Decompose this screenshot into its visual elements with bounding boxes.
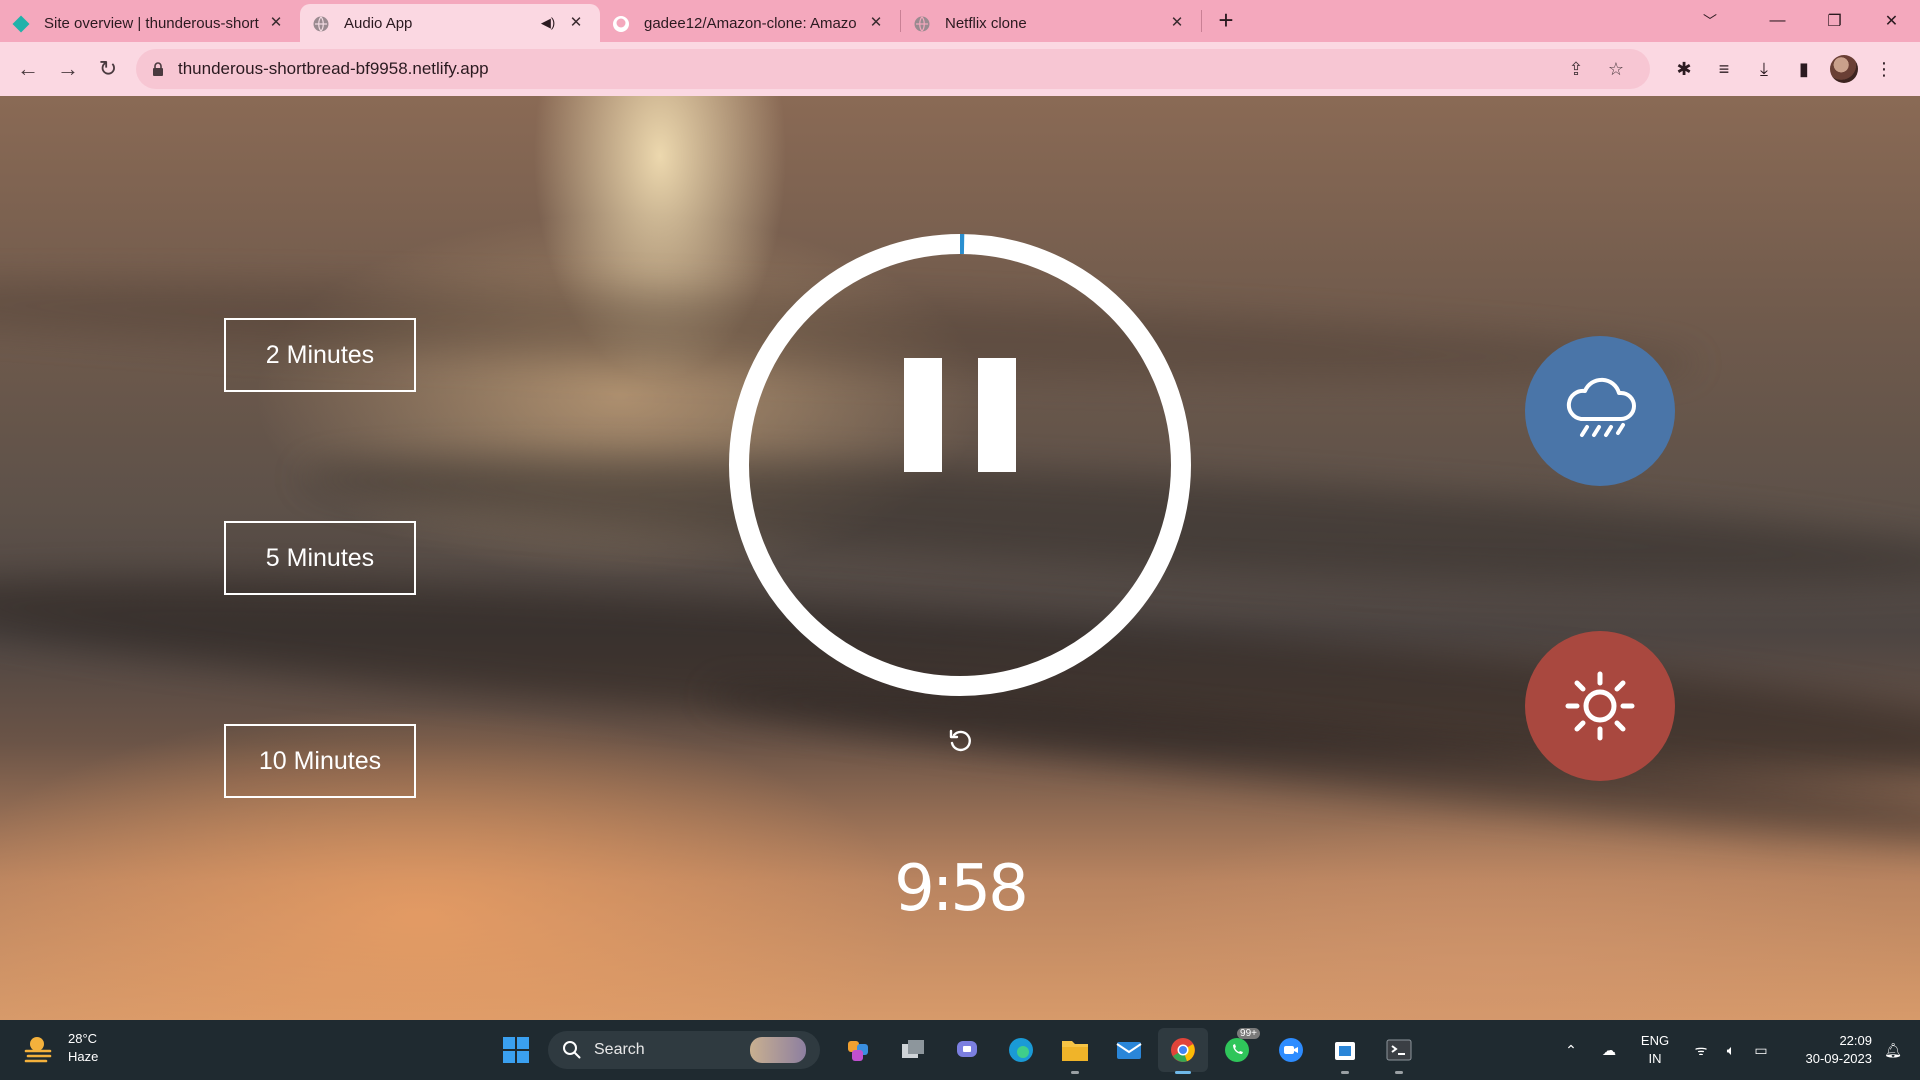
wifi-icon[interactable]: ᯤ <box>1686 1041 1716 1060</box>
github-icon <box>613 16 629 32</box>
reload-icon[interactable]: ↻ <box>88 49 128 89</box>
task-view-icon[interactable] <box>888 1028 938 1072</box>
zoom-icon[interactable] <box>1266 1028 1316 1072</box>
language-indicator[interactable]: ENG IN <box>1630 1032 1680 1068</box>
replay-icon[interactable] <box>945 726 975 756</box>
mail-icon[interactable] <box>1104 1028 1154 1072</box>
weather-description: Haze <box>68 1049 99 1064</box>
store-icon[interactable] <box>1320 1028 1370 1074</box>
file-explorer-icon[interactable] <box>1050 1028 1100 1074</box>
forward-icon[interactable]: → <box>48 49 88 89</box>
chrome-icon[interactable] <box>1158 1028 1208 1074</box>
tab-strip: Site overview | thunderous-short ✕ Audio… <box>0 0 1920 42</box>
close-icon[interactable]: ✕ <box>266 13 286 33</box>
tab-title: Site overview | thunderous-short <box>44 14 259 32</box>
five-minutes-button[interactable]: 5 Minutes <box>224 521 416 595</box>
running-indicator <box>1175 1071 1191 1074</box>
globe-icon <box>914 16 930 32</box>
close-icon[interactable]: ✕ <box>1167 13 1187 33</box>
cloud-rain-icon <box>1566 377 1636 437</box>
search-highlight-image <box>750 1037 806 1063</box>
share-icon[interactable]: ⇪ <box>1556 49 1596 89</box>
edge-icon[interactable] <box>996 1028 1046 1072</box>
minimize-icon[interactable]: — <box>1749 0 1806 42</box>
system-tray: ⌃ ☁ ENG IN ᯤ 🔈︎ ▭ 22:09 30-09-2023 🔔︎ <box>1556 1020 1920 1080</box>
close-icon[interactable]: ✕ <box>566 13 586 33</box>
tab-title: Netflix clone <box>945 14 1027 32</box>
notification-badge: 99+ <box>1237 1028 1260 1039</box>
pause-button[interactable] <box>880 346 1040 486</box>
region-code: IN <box>1648 1051 1662 1066</box>
new-tab-button[interactable]: + <box>1208 3 1244 39</box>
windows-start-icon[interactable] <box>494 1028 538 1072</box>
volume-icon[interactable]: 🔈︎ <box>1716 1042 1746 1059</box>
close-window-icon[interactable]: ✕ <box>1863 0 1920 42</box>
tab-amazon-clone[interactable]: gadee12/Amazon-clone: Amazo ✕ <box>600 4 900 42</box>
close-icon[interactable]: ✕ <box>866 13 886 33</box>
audio-app-page: 2 Minutes 5 Minutes 10 Minutes 9:58 <box>0 96 1920 1020</box>
running-indicator <box>1071 1071 1079 1074</box>
teams-chat-icon[interactable] <box>942 1028 992 1072</box>
speaker-icon[interactable]: ◀) <box>538 15 558 31</box>
back-icon[interactable]: ← <box>8 49 48 89</box>
clock-time: 22:09 <box>1839 1033 1872 1048</box>
time-display: 9:58 <box>894 852 1029 926</box>
weather-widget[interactable]: 28°C Haze <box>22 1030 98 1066</box>
side-panel-icon[interactable]: ▮ <box>1784 49 1824 89</box>
url-text[interactable]: thunderous-shortbread-bf9958.netlify.app <box>178 59 1556 79</box>
search-icon <box>563 1041 581 1059</box>
pause-icon <box>978 358 1016 472</box>
terminal-icon[interactable] <box>1374 1028 1424 1074</box>
running-indicator <box>1395 1071 1403 1074</box>
pause-icon <box>904 358 942 472</box>
tab-separator <box>1201 10 1202 32</box>
star-icon[interactable]: ☆ <box>1596 49 1636 89</box>
ten-minutes-button[interactable]: 10 Minutes <box>224 724 416 798</box>
two-minutes-button[interactable]: 2 Minutes <box>224 318 416 392</box>
lock-icon <box>153 62 163 76</box>
media-control-icon[interactable]: ≡ <box>1704 49 1744 89</box>
netlify-icon <box>12 15 30 33</box>
tab-netflix-clone[interactable]: Netflix clone ✕ <box>901 4 1201 42</box>
whatsapp-icon[interactable]: 99+ <box>1212 1028 1262 1072</box>
chevron-up-icon[interactable]: ⌃ <box>1556 1042 1586 1059</box>
restore-icon[interactable]: ❐ <box>1806 0 1863 42</box>
running-indicator <box>1341 1071 1349 1074</box>
chevron-down-icon[interactable]: ﹀ <box>1690 0 1730 42</box>
menu-icon[interactable]: ⋮ <box>1864 49 1904 89</box>
weather-temperature: 28°C <box>68 1031 98 1046</box>
window-controls: — ❐ ✕ <box>1749 0 1920 42</box>
haze-weather-icon <box>24 1037 52 1063</box>
tab-audio-app[interactable]: Audio App ◀) ✕ <box>300 4 600 42</box>
search-label: Search <box>594 1041 645 1058</box>
address-bar[interactable]: thunderous-shortbread-bf9958.netlify.app… <box>136 49 1650 89</box>
tab-title: gadee12/Amazon-clone: Amazo <box>644 14 857 32</box>
sun-icon <box>1565 671 1635 741</box>
copilot-preview-icon[interactable] <box>834 1028 884 1072</box>
onedrive-icon[interactable]: ☁ <box>1594 1042 1624 1059</box>
taskbar: 28°C Haze Search 99+ ⌃ ☁ ENG IN ᯤ 🔈︎ ▭ 2… <box>0 1020 1920 1080</box>
notification-bell-icon[interactable]: 🔔︎ <box>1878 1042 1908 1059</box>
tab-title: Audio App <box>344 14 413 32</box>
rain-sound-button[interactable] <box>1525 336 1675 486</box>
language-code: ENG <box>1640 1033 1670 1048</box>
avatar <box>1830 55 1858 83</box>
download-icon[interactable]: ⤓ <box>1744 49 1784 89</box>
profile-avatar[interactable] <box>1824 49 1864 89</box>
extensions-icon[interactable]: ✱ <box>1664 49 1704 89</box>
globe-icon <box>313 16 329 32</box>
battery-icon[interactable]: ▭ <box>1746 1042 1776 1059</box>
sun-sound-button[interactable] <box>1525 631 1675 781</box>
browser-toolbar: ← → ↻ thunderous-shortbread-bf9958.netli… <box>0 42 1920 96</box>
clock[interactable]: 22:09 30-09-2023 <box>1782 1032 1873 1068</box>
tab-site-overview[interactable]: Site overview | thunderous-short ✕ <box>0 4 300 42</box>
taskbar-search[interactable]: Search <box>548 1031 820 1069</box>
clock-date: 30-09-2023 <box>1805 1051 1873 1066</box>
